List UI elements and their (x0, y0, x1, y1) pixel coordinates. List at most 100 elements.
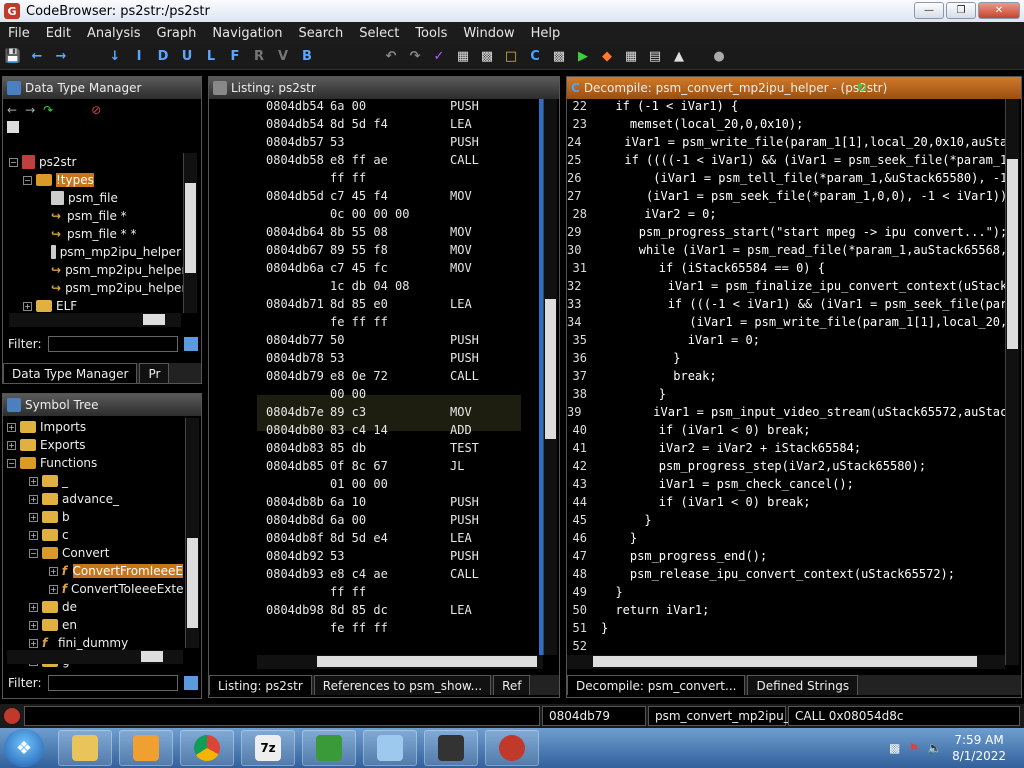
symtree-function[interactable]: + f ConvertFromIeeeE (7, 562, 183, 580)
decompile-icon[interactable]: C (526, 48, 544, 66)
listing-row[interactable]: 0804db54 6a 00 PUSH (209, 99, 529, 117)
dtm-types-folder[interactable]: − !types (9, 171, 181, 189)
dtm-back-arrow-icon[interactable]: ← (7, 103, 17, 117)
listing-row[interactable]: 0804db57 53 PUSH (209, 135, 529, 153)
code-line[interactable]: 46 } (567, 531, 1007, 549)
dtm-merge-icon[interactable]: ↷ (43, 103, 53, 117)
menu-edit[interactable]: Edit (38, 26, 79, 41)
symtree-imports[interactable]: + Imports (7, 418, 183, 436)
diamond-icon[interactable]: ◆ (598, 48, 616, 66)
code-line[interactable]: 28 iVar2 = 0; (567, 207, 1007, 225)
decompile-code[interactable]: 22 if (-1 < iVar1) {23 memset(local_20,0… (567, 99, 1007, 665)
chat-icon[interactable]: ● (710, 48, 728, 66)
filter-options-icon[interactable] (183, 337, 198, 351)
tab-references[interactable]: References to psm_show... (313, 675, 492, 695)
forward-arrow-icon[interactable]: → (52, 48, 70, 66)
filter-options-icon[interactable] (183, 676, 198, 690)
save-icon[interactable]: 💾 (4, 48, 22, 66)
listing-row[interactable]: fe ff ff (209, 621, 529, 639)
toolbar-letter-d[interactable]: D (154, 48, 172, 66)
symtree-vertical-scrollbar[interactable] (185, 418, 199, 648)
tab-data-type-manager[interactable]: Data Type Manager (3, 363, 138, 383)
code-line[interactable]: 51} (567, 621, 1007, 639)
listing-row[interactable]: 00 00 (209, 387, 529, 405)
undo-icon[interactable]: ↶ (382, 48, 400, 66)
taskbar-terminal[interactable] (424, 730, 478, 766)
dtm-horizontal-scrollbar[interactable] (9, 313, 181, 327)
down-arrow-icon[interactable]: ↓ (106, 48, 124, 66)
minimize-button[interactable]: — (914, 2, 944, 19)
run-icon[interactable]: ▶ (574, 48, 592, 66)
close-button[interactable]: ✕ (978, 2, 1020, 19)
code-line[interactable]: 23 memset(local_20,0,0x10); (567, 117, 1007, 135)
code-line[interactable]: 37 break; (567, 369, 1007, 387)
dtm-item[interactable]: ↪ psm_file * (9, 207, 181, 225)
symtree-folder[interactable]: + en (7, 616, 183, 634)
symtree-folder[interactable]: + _ (7, 472, 183, 490)
listing-row[interactable]: 0804db77 50 PUSH (209, 333, 529, 351)
toolbar-letter-l[interactable]: L (202, 48, 220, 66)
listing-row[interactable]: 0804db5d c7 45 f4 MOV (209, 189, 529, 207)
code-line[interactable]: 44 if (iVar1 < 0) break; (567, 495, 1007, 513)
listing-row[interactable]: 0804db79 e8 0e 72 CALL (209, 369, 529, 387)
listing-row[interactable]: 0804db78 53 PUSH (209, 351, 529, 369)
menu-file[interactable]: File (0, 26, 38, 41)
code-line[interactable]: 36 } (567, 351, 1007, 369)
listing-row[interactable]: 0804db54 8d 5d f4 LEA (209, 117, 529, 135)
listing-row[interactable]: 0804db83 85 db TEST (209, 441, 529, 459)
listing-row[interactable]: 0804db64 8b 55 08 MOV (209, 225, 529, 243)
dtm-root[interactable]: − ps2str (9, 153, 181, 171)
network-icon[interactable]: ▩ (889, 741, 900, 755)
code-line[interactable]: 49 } (567, 585, 1007, 603)
toolbar-letter-r[interactable]: R (250, 48, 268, 66)
listing-horizontal-scrollbar[interactable] (257, 655, 543, 669)
graph-icon[interactable]: ▩ (550, 48, 568, 66)
code-line[interactable]: 29 psm_progress_start("start mpeg -> ipu… (567, 225, 1007, 243)
taskbar-media-player[interactable] (119, 730, 173, 766)
dtm-collapse-icon[interactable] (7, 121, 19, 133)
taskbar-chrome[interactable] (180, 730, 234, 766)
flag-icon[interactable]: ⚑ (908, 741, 919, 755)
symtree-exports[interactable]: + Exports (7, 436, 183, 454)
maximize-button[interactable]: ❐ (946, 2, 976, 19)
volume-icon[interactable]: 🔈 (927, 741, 942, 755)
start-button[interactable]: ❖ (4, 729, 44, 767)
code-line[interactable]: 31 if (iStack65584 == 0) { (567, 261, 1007, 279)
clock[interactable]: 7:59 AM 8/1/2022 (952, 732, 1006, 764)
code-line[interactable]: 24 iVar1 = psm_write_file(param_1[1],loc… (567, 135, 1007, 153)
code-line[interactable]: 41 iVar2 = iVar2 + iStack65584; (567, 441, 1007, 459)
checkmark-icon[interactable]: ✓ (430, 48, 448, 66)
listing-row[interactable]: 0804db6a c7 45 fc MOV (209, 261, 529, 279)
tree-icon[interactable]: ▲ (670, 48, 688, 66)
symtree-folder[interactable]: − Convert (7, 544, 183, 562)
toolbar-letter-b[interactable]: B (298, 48, 316, 66)
code-line[interactable]: 32 iVar1 = psm_finalize_ipu_convert_cont… (567, 279, 1007, 297)
listing-row[interactable]: fe ff ff (209, 315, 529, 333)
script-icon[interactable]: ▦ (454, 48, 472, 66)
listing-row[interactable]: ff ff (209, 585, 529, 603)
toolbar-letter-f[interactable]: F (226, 48, 244, 66)
memory-icon[interactable]: ▩ (478, 48, 496, 66)
menu-analysis[interactable]: Analysis (79, 26, 149, 41)
taskbar-ghidra[interactable] (485, 730, 539, 766)
code-line[interactable]: 25 if ((((-1 < iVar1) && (iVar1 = psm_se… (567, 153, 1007, 171)
code-line[interactable]: 30 while (iVar1 = psm_read_file(*param_1… (567, 243, 1007, 261)
toolbar-letter-u[interactable]: U (178, 48, 196, 66)
listing-vertical-scrollbar[interactable] (543, 99, 557, 655)
listing-row[interactable]: 0804db7e 89 c3 MOV (209, 405, 529, 423)
code-line[interactable]: 33 if (((-1 < iVar1) && (iVar1 = psm_see… (567, 297, 1007, 315)
code-line[interactable]: 38 } (567, 387, 1007, 405)
tab-decompile[interactable]: Decompile: psm_convert... (567, 675, 746, 695)
listing-row[interactable]: 0804db98 8d 85 dc LEA (209, 603, 529, 621)
dtm-item[interactable]: psm_mp2ipu_helper (9, 243, 181, 261)
listing-row[interactable]: 0804db85 0f 8c 67 JL (209, 459, 529, 477)
listing-row[interactable]: 0804db92 53 PUSH (209, 549, 529, 567)
listing-row[interactable]: ff ff (209, 171, 529, 189)
menu-help[interactable]: Help (523, 26, 569, 41)
symtree-horizontal-scrollbar[interactable] (7, 650, 183, 664)
listing-view[interactable]: 0804db54 6a 00 PUSH 0804db54 8d 5d f4 LEA 0804… (209, 99, 539, 655)
menu-search[interactable]: Search (291, 26, 352, 41)
listing-row[interactable]: 0804db80 83 c4 14 ADD (209, 423, 529, 441)
taskbar-notepad[interactable] (363, 730, 417, 766)
menu-navigation[interactable]: Navigation (204, 26, 290, 41)
